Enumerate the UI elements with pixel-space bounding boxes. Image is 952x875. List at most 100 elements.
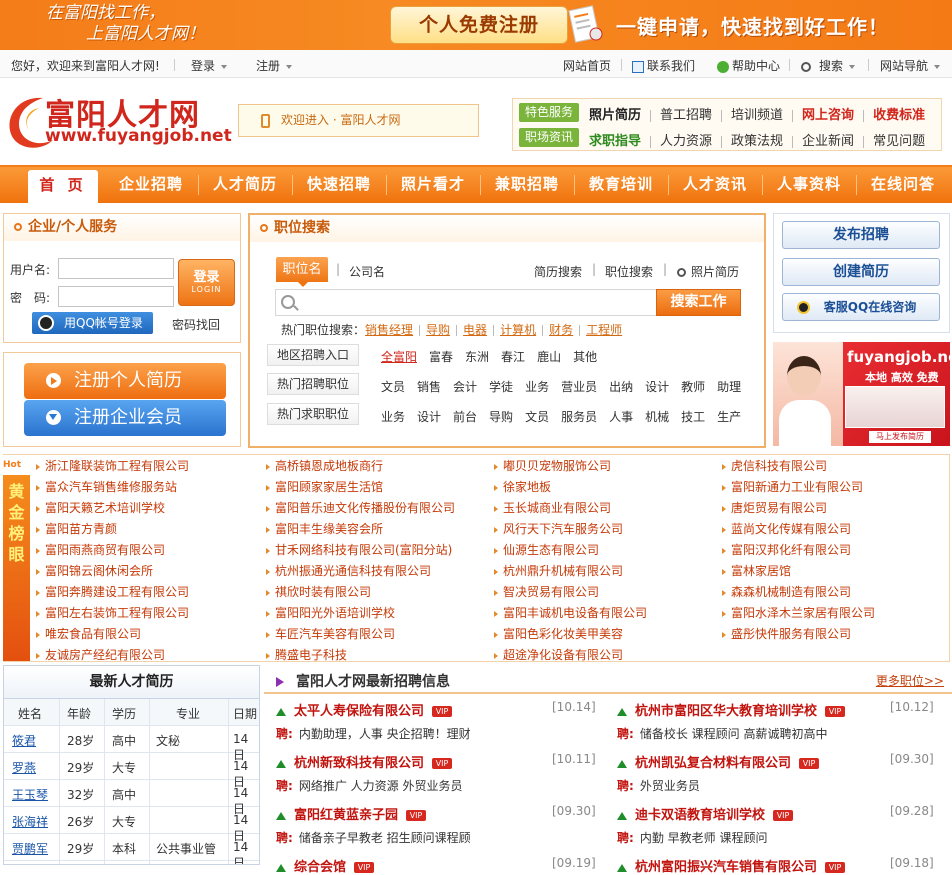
company-link[interactable]: 富众汽车销售维修服务站	[36, 478, 177, 495]
register-link[interactable]: 注册	[256, 59, 280, 73]
hot-seek-link[interactable]: 业务	[381, 410, 405, 424]
hot-job-link[interactable]: 出纳	[609, 380, 633, 394]
username-input[interactable]	[58, 258, 174, 279]
hot-seek-link[interactable]: 前台	[453, 410, 477, 424]
resume-name-link[interactable]: 张海祥	[12, 813, 48, 830]
company-link[interactable]: 祺欣时装有限公司	[266, 583, 371, 600]
site-home-link[interactable]: 网站首页	[563, 57, 611, 74]
search-label[interactable]: 搜索	[819, 59, 843, 73]
company-link[interactable]: 富阳左右装饰工程有限公司	[36, 604, 189, 621]
company-link[interactable]: 车匠汽车美容有限公司	[266, 625, 395, 642]
job-company-name[interactable]: 迪卡双语教育培训学校	[635, 808, 765, 823]
company-link[interactable]: 嘟贝贝宠物服饰公司	[494, 457, 611, 474]
register-company-label[interactable]: 注册企业会员	[74, 407, 182, 428]
job-company-link[interactable]: 杭州富阳振兴汽车销售有限公司 VIP	[617, 856, 846, 875]
table-row[interactable]: 贾鹏军 29岁 本科 公共事业管 14日	[4, 834, 259, 864]
company-link[interactable]: 徐家地板	[494, 478, 551, 495]
job-company-link[interactable]: 富阳红黄蓝亲子园 VIP	[276, 804, 427, 823]
nav-talent-news[interactable]: 人才资讯	[670, 167, 760, 203]
hot-job-link[interactable]: 营业员	[561, 380, 597, 394]
hot-seek-link[interactable]: 技工	[681, 410, 705, 424]
site-nav-menu[interactable]: 网站导航	[880, 57, 941, 74]
nav-hr-docs[interactable]: 人事资料	[764, 167, 854, 203]
promo-ad[interactable]: fuyangjob.net 本地 高效 免费 马上发布简历	[773, 342, 950, 446]
hot-seek-link[interactable]: 机械	[645, 410, 669, 424]
hot-keyword-link[interactable]: 销售经理	[365, 323, 413, 337]
company-link[interactable]: 蓝尚文化传媒有限公司	[722, 520, 851, 537]
nav-resumes[interactable]: 人才简历	[200, 167, 290, 203]
company-link[interactable]: 富阳奔腾建设工程有限公司	[36, 583, 189, 600]
hot-job-link[interactable]: 教师	[681, 380, 705, 394]
job-search-link[interactable]: 职位搜索	[605, 263, 653, 280]
login-link[interactable]: 登录	[191, 59, 215, 73]
qq-login-button[interactable]: 用QQ帐号登录	[32, 312, 153, 334]
qq-service-button[interactable]: 客服QQ在线咨询	[782, 293, 940, 321]
nav-qa[interactable]: 在线问答	[858, 167, 948, 203]
top-banner[interactable]: 在富阳找工作， 上富阳人才网！ 个人免费注册 一键申请，快速找到好工作！	[0, 0, 952, 50]
company-link[interactable]: 富林家居馆	[722, 562, 791, 579]
quick-link-training[interactable]: 培训频道	[731, 104, 783, 123]
company-link[interactable]: 友诚房产经纪有限公司	[36, 646, 165, 663]
more-jobs-link[interactable]: 更多职位>>	[876, 672, 944, 689]
hot-seek-link[interactable]: 服务员	[561, 410, 597, 424]
hot-seek-link[interactable]: 设计	[417, 410, 441, 424]
hot-job-link[interactable]: 助理	[717, 380, 741, 394]
job-positions[interactable]: 聘: 储备亲子早教老 招生顾问课程顾	[276, 829, 471, 846]
area-link[interactable]: 全富阳	[381, 350, 417, 364]
hot-job-link[interactable]: 会计	[453, 380, 477, 394]
job-company-name[interactable]: 杭州凯弘复合材料有限公司	[635, 756, 791, 771]
login-button[interactable]: 登录 LOGIN	[178, 259, 235, 306]
hot-seek-link[interactable]: 文员	[525, 410, 549, 424]
company-link[interactable]: 超途净化设备有限公司	[494, 646, 623, 663]
job-positions-text[interactable]: 内勤 早教老师 课程顾问	[640, 831, 768, 845]
quick-link-hr[interactable]: 人力资源	[660, 130, 712, 149]
hot-keyword-link[interactable]: 电器	[463, 323, 487, 337]
company-link[interactable]: 虎信科技有限公司	[722, 457, 827, 474]
search-jobs-button[interactable]: 搜索工作	[656, 289, 741, 316]
company-link[interactable]: 风行天下汽车服务公司	[494, 520, 623, 537]
photo-resume-link[interactable]: 照片简历	[677, 263, 739, 280]
register-menu[interactable]: 注册	[256, 57, 293, 74]
area-link[interactable]: 其他	[573, 350, 597, 364]
register-person-label[interactable]: 注册个人简历	[74, 370, 182, 391]
company-link[interactable]: 富阳普乐迪文化传播股份有限公司	[266, 499, 455, 516]
job-company-name[interactable]: 杭州市富阳区华大教育培训学校	[635, 704, 817, 719]
company-link[interactable]: 杭州鼎升机械有限公司	[494, 562, 623, 579]
company-link[interactable]: 富阳色彩化妆美甲美容	[494, 625, 623, 642]
resume-name-link[interactable]: 筱君	[12, 732, 36, 749]
area-link[interactable]: 鹿山	[537, 350, 561, 364]
job-company-name[interactable]: 富阳红黄蓝亲子园	[294, 808, 398, 823]
help-link[interactable]: 帮助中心	[717, 57, 780, 74]
company-link[interactable]: 富阳苗方青颜	[36, 520, 117, 537]
company-link[interactable]: 富阳丰诚机电设备有限公司	[494, 604, 647, 621]
quick-link-faq[interactable]: 常见问题	[873, 130, 925, 149]
table-row[interactable]: 筱君 28岁 高中 文秘 14日	[4, 726, 259, 762]
hot-keyword-link[interactable]: 导购	[426, 323, 450, 337]
company-link[interactable]: 高桥镇恩成地板商行	[266, 457, 383, 474]
quick-link-policy[interactable]: 政策法规	[731, 130, 783, 149]
quick-link-pricing[interactable]: 收费标准	[873, 104, 925, 123]
quick-link-job-guide[interactable]: 求职指导	[589, 130, 641, 149]
nav-quick-jobs[interactable]: 快速招聘	[294, 167, 384, 203]
nav-company-jobs[interactable]: 企业招聘	[106, 167, 196, 203]
resume-name-link[interactable]: 贾鹏军	[12, 840, 48, 857]
job-company-link[interactable]: 太平人寿保险有限公司 VIP	[276, 700, 453, 719]
company-link[interactable]: 智决贸易有限公司	[494, 583, 599, 600]
login-menu[interactable]: 登录	[191, 57, 228, 74]
nav-photo-talent[interactable]: 照片看才	[388, 167, 478, 203]
nav-part-time[interactable]: 兼职招聘	[482, 167, 572, 203]
site-logo[interactable]: 富阳人才网 www.fuyangjob.net	[3, 90, 233, 154]
company-link[interactable]: 玉长城商业有限公司	[494, 499, 611, 516]
contact-label[interactable]: 联系我们	[647, 59, 695, 73]
job-positions-text[interactable]: 网络推广 人力资源 外贸业务员	[299, 779, 463, 793]
register-person-button[interactable]: 注册个人简历	[24, 363, 226, 399]
hot-job-link[interactable]: 设计	[645, 380, 669, 394]
register-company-button[interactable]: 注册企业会员	[24, 400, 226, 436]
qq-service-label[interactable]: 客服QQ在线咨询	[824, 300, 916, 314]
job-positions[interactable]: 聘: 储备校长 课程顾问 高薪诚聘初高中	[617, 725, 827, 742]
table-row[interactable]: 张海祥 26岁 大专 14日	[4, 807, 259, 843]
qq-login-label[interactable]: 用QQ帐号登录	[64, 316, 143, 330]
hot-seek-link[interactable]: 导购	[489, 410, 513, 424]
job-positions[interactable]: 聘: 外贸业务员	[617, 777, 700, 794]
hot-job-link[interactable]: 业务	[525, 380, 549, 394]
